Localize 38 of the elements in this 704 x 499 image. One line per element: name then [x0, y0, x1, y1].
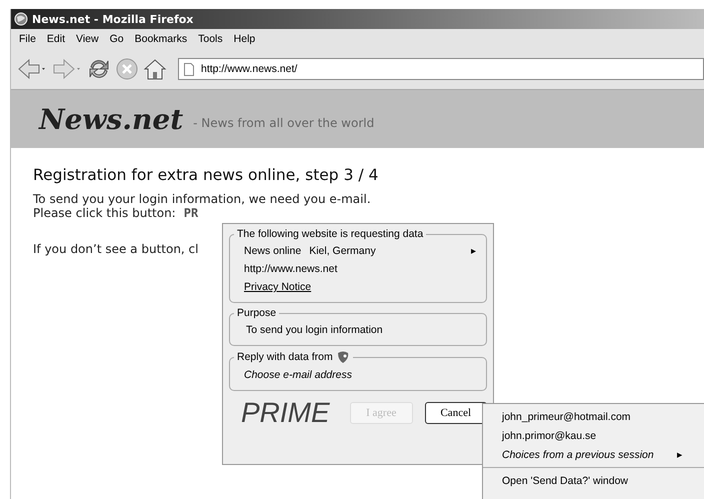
stop-icon[interactable]: [116, 58, 138, 80]
prime-logo: PRIME: [240, 397, 331, 429]
body-text: To send you your login information, we need you e-mail.: [33, 192, 372, 206]
body-text: If you don’t see a button, cl: [33, 242, 198, 256]
page-heading: Registration for extra news online, step 3 / 4: [33, 166, 380, 184]
reload-icon[interactable]: [87, 57, 111, 81]
page-icon: [184, 62, 194, 76]
menu-item[interactable]: Tools: [198, 33, 223, 45]
section-legend: Purpose: [237, 307, 276, 319]
site-url: http://www.news.net: [244, 263, 338, 275]
window-title: News.net - Mozilla Firefox: [32, 12, 194, 26]
site-tagline: - News from all over the world: [193, 115, 374, 130]
section-legend: Reply with data from: [237, 351, 333, 363]
expand-arrow[interactable]: ▸: [471, 245, 476, 257]
body-text: Please click this button:: [33, 206, 176, 220]
prime-button[interactable]: PR: [184, 206, 198, 220]
globe-icon: [14, 12, 28, 26]
menu-item[interactable]: Open 'Send Data?' window: [483, 471, 704, 490]
back-icon[interactable]: [17, 58, 47, 80]
privacy-link[interactable]: Privacy Notice: [244, 281, 312, 293]
menu-item[interactable]: Choices from a previous session ▸: [483, 445, 704, 464]
menu-item[interactable]: Bookmarks: [134, 33, 188, 45]
dialog-button[interactable]: Cancel: [424, 402, 487, 424]
site-location: Kiel, Germany: [309, 245, 376, 257]
menu-item[interactable]: Go: [110, 33, 124, 45]
forward-icon[interactable]: [52, 58, 82, 80]
menu-item[interactable]: Help: [234, 33, 256, 45]
menu-item[interactable]: Edit: [46, 33, 66, 45]
section-legend: The following website is requesting data: [237, 228, 424, 240]
site-name: News online: [244, 245, 302, 257]
home-icon[interactable]: [143, 57, 167, 81]
menu-item[interactable]: View: [76, 33, 99, 45]
purpose-text: To send you login information: [246, 324, 383, 336]
menu-item[interactable]: File: [19, 33, 36, 45]
email-dropdown[interactable]: Choose e-mail address: [244, 366, 476, 384]
menu-item[interactable]: john.primor@kau.se: [483, 426, 704, 445]
address-field[interactable]: http://www.news.net/: [178, 58, 704, 80]
site-logo: News.net: [39, 102, 184, 136]
